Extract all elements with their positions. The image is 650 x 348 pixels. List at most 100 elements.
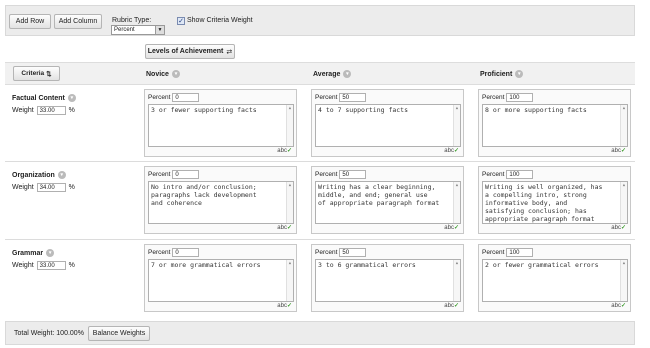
percent-input[interactable]: 100 xyxy=(506,248,534,257)
scrollbar[interactable]: ▲ xyxy=(453,182,460,223)
criterion-options-icon[interactable]: ▾ xyxy=(57,171,66,179)
criteria-header-label: Criteria xyxy=(21,70,45,77)
percent-input[interactable]: 0 xyxy=(172,248,200,257)
description-text: 8 or more supporting facts xyxy=(485,106,587,114)
scrollbar[interactable]: ▲ xyxy=(286,260,293,301)
description-text: Writing has a clear beginning, middle, a… xyxy=(318,183,440,207)
criterion-label: Factual Content xyxy=(12,94,65,102)
spellcheck-icon[interactable]: abc✓ xyxy=(444,224,459,231)
percent-label: Percent xyxy=(148,94,171,101)
percent-sign: % xyxy=(68,107,75,114)
description-textarea[interactable]: Writing is well organized, has a compell… xyxy=(482,181,628,224)
chevron-down-icon: ▼ xyxy=(155,26,164,34)
criterion-label: Organization xyxy=(12,171,55,179)
criterion-options-icon[interactable]: ▾ xyxy=(46,249,55,257)
add-column-button[interactable]: Add Column xyxy=(54,14,102,29)
spellcheck-icon[interactable]: abc✓ xyxy=(444,147,459,154)
weight-label: Weight xyxy=(12,107,34,114)
show-weight-checkbox[interactable]: ✓ xyxy=(177,17,185,25)
spellcheck-icon[interactable]: abc✓ xyxy=(611,224,626,231)
level-name: Average xyxy=(313,70,341,78)
level-header-average: Average ▾ xyxy=(313,70,352,78)
scrollbar[interactable]: ▲ xyxy=(286,182,293,223)
percent-label: Percent xyxy=(148,249,171,256)
weight-input[interactable]: 33.00 xyxy=(36,261,66,270)
percent-input[interactable]: 50 xyxy=(339,93,367,102)
description-textarea[interactable]: Writing has a clear beginning, middle, a… xyxy=(315,181,461,224)
description-textarea[interactable]: 3 or fewer supporting facts ▲ xyxy=(148,104,294,147)
criterion-label: Grammar xyxy=(12,249,44,257)
description-text: 2 or fewer grammatical errors xyxy=(485,261,599,269)
rubric-type-select[interactable]: Percent ▼ xyxy=(111,25,165,35)
spellcheck-icon[interactable]: abc✓ xyxy=(611,302,626,309)
scrollbar[interactable]: ▲ xyxy=(620,182,627,223)
description-text: 3 or fewer supporting facts xyxy=(151,106,257,114)
percent-label: Percent xyxy=(482,94,505,101)
criterion-name: Grammar ▾ xyxy=(12,249,55,257)
weight-label: Weight xyxy=(12,262,34,269)
spellcheck-icon[interactable]: abc✓ xyxy=(277,147,292,154)
criterion-name: Factual Content ▾ xyxy=(12,94,76,102)
scrollbar[interactable]: ▲ xyxy=(620,105,627,146)
percent-input[interactable]: 0 xyxy=(172,170,200,179)
rubric-cell: Percent 50 3 to 6 grammatical errors ▲ abc… xyxy=(311,244,464,312)
rubric-cell: Percent 100 2 or fewer grammatical errors… xyxy=(478,244,631,312)
scrollbar[interactable]: ▲ xyxy=(453,260,460,301)
level-name: Proficient xyxy=(480,70,513,78)
sort-icon: ⇅ xyxy=(46,70,52,78)
description-textarea[interactable]: 7 or more grammatical errors ▲ xyxy=(148,259,294,302)
weight-line: Weight 34.00 % xyxy=(12,183,75,192)
weight-input[interactable]: 33.00 xyxy=(36,106,66,115)
percent-label: Percent xyxy=(315,171,338,178)
level-options-icon[interactable]: ▾ xyxy=(515,70,524,78)
show-weight-label: Show Criteria Weight xyxy=(187,17,253,24)
percent-input[interactable]: 50 xyxy=(339,170,367,179)
balance-weights-button[interactable]: Balance Weights xyxy=(88,326,150,341)
rubric-header-row: Criteria ⇅ Novice ▾ Average ▾ Proficient… xyxy=(5,62,635,85)
spellcheck-icon[interactable]: abc✓ xyxy=(277,302,292,309)
rubric-cell: Percent 0 3 or fewer supporting facts ▲ ab… xyxy=(144,89,297,157)
weight-label: Weight xyxy=(12,184,34,191)
scrollbar[interactable]: ▲ xyxy=(453,105,460,146)
description-textarea[interactable]: 8 or more supporting facts ▲ xyxy=(482,104,628,147)
scrollbar[interactable]: ▲ xyxy=(620,260,627,301)
spellcheck-icon[interactable]: abc✓ xyxy=(444,302,459,309)
spellcheck-icon[interactable]: abc✓ xyxy=(611,147,626,154)
rubric-cell: Percent 50 4 to 7 supporting facts ▲ abc✓ xyxy=(311,89,464,157)
weight-input[interactable]: 34.00 xyxy=(36,183,66,192)
description-textarea[interactable]: 2 or fewer grammatical errors ▲ xyxy=(482,259,628,302)
total-weight-label: Total Weight: 100.00% xyxy=(14,330,84,337)
criterion-row: Organization ▾ Weight 34.00 % Percent 0 N… xyxy=(5,163,635,240)
description-textarea[interactable]: No intro and/or conclusion; paragraphs l… xyxy=(148,181,294,224)
description-text: 3 to 6 grammatical errors xyxy=(318,261,416,269)
level-options-icon[interactable]: ▾ xyxy=(343,70,352,78)
percent-input[interactable]: 100 xyxy=(506,93,534,102)
scrollbar[interactable]: ▲ xyxy=(286,105,293,146)
level-header-proficient: Proficient ▾ xyxy=(480,70,524,78)
percent-label: Percent xyxy=(482,249,505,256)
rubric-toolbar: Add Row Add Column Rubric Type: Percent … xyxy=(5,5,635,36)
criterion-options-icon[interactable]: ▾ xyxy=(67,94,76,102)
description-textarea[interactable]: 3 to 6 grammatical errors ▲ xyxy=(315,259,461,302)
sort-arrows-icon: ⇄ xyxy=(226,48,233,56)
spellcheck-icon[interactable]: abc✓ xyxy=(277,224,292,231)
criteria-sort-button[interactable]: Criteria ⇅ xyxy=(13,66,60,81)
weight-line: Weight 33.00 % xyxy=(12,106,75,115)
percent-input[interactable]: 100 xyxy=(506,170,534,179)
description-text: No intro and/or conclusion; paragraphs l… xyxy=(151,183,257,207)
level-header-novice: Novice ▾ xyxy=(146,70,180,78)
percent-label: Percent xyxy=(315,94,338,101)
rubric-type-label: Rubric Type: xyxy=(112,17,152,24)
level-options-icon[interactable]: ▾ xyxy=(171,70,180,78)
percent-input[interactable]: 50 xyxy=(339,248,367,257)
add-row-button[interactable]: Add Row xyxy=(9,14,51,29)
criterion-name: Organization ▾ xyxy=(12,171,66,179)
rubric-cell: Percent 50 Writing has a clear beginning,… xyxy=(311,166,464,234)
percent-input[interactable]: 0 xyxy=(172,93,200,102)
description-textarea[interactable]: 4 to 7 supporting facts ▲ xyxy=(315,104,461,147)
rubric-cell: Percent 100 8 or more supporting facts ▲ a… xyxy=(478,89,631,157)
rubric-footer: Total Weight: 100.00% Balance Weights xyxy=(5,321,635,345)
percent-label: Percent xyxy=(482,171,505,178)
levels-of-achievement-button[interactable]: Levels of Achievement ⇄ xyxy=(145,44,235,59)
description-text: Writing is well organized, has a compell… xyxy=(485,183,603,223)
